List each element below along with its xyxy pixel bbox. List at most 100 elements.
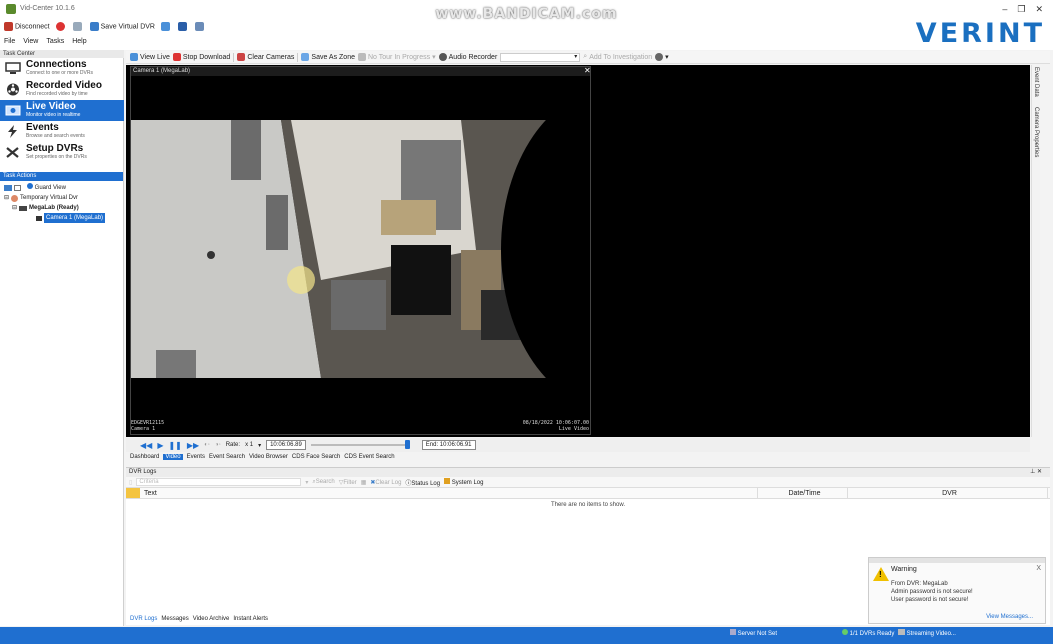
tour-button[interactable]: No Tour In Progress ▾ (358, 53, 436, 61)
pane-title: Camera 1 (MegaLab) (131, 67, 590, 76)
step-forward-icon[interactable]: ◑◦ (215, 442, 221, 448)
tree-node-dvr[interactable]: ⊟ MegaLab (Ready) (4, 203, 123, 213)
camera-feed[interactable] (131, 120, 590, 378)
column-dvr[interactable]: DVR (848, 488, 1048, 498)
audio-combo[interactable]: ▾ (500, 52, 581, 62)
tab-cds-event-search[interactable]: CDS Event Search (344, 454, 394, 460)
layout-icon[interactable] (160, 22, 170, 31)
dvr-icon (19, 205, 28, 211)
rewind-icon[interactable]: ◀◀ (140, 441, 152, 450)
server-status: Server Not Set (730, 629, 777, 637)
stop-icon[interactable] (55, 22, 65, 31)
tab-camera-properties[interactable]: Camera Properties (1033, 107, 1039, 157)
menu-help[interactable]: Help (72, 38, 86, 45)
nav-connections[interactable]: Connections Connect to one or more DVRs (0, 58, 124, 79)
criteria-dropdown-icon[interactable]: ▾ (305, 479, 308, 486)
nav-events[interactable]: Events Browse and search events (0, 121, 124, 142)
audio-recorder-button[interactable]: Audio Recorder (438, 53, 497, 61)
menu-tasks[interactable]: Tasks (46, 38, 64, 45)
timeline-slider[interactable] (310, 440, 410, 449)
network-icon[interactable] (177, 22, 187, 31)
tab-messages[interactable]: Messages (161, 616, 188, 622)
ready-icon (842, 629, 848, 635)
view-live-button[interactable]: View Live (130, 53, 170, 61)
filter-icon: ▯ (129, 479, 133, 486)
status-log-button[interactable]: ⓘStatus Log (405, 478, 440, 487)
tab-dvr-logs[interactable]: DVR Logs (130, 616, 157, 622)
tree-node-root[interactable]: ⊟ Temporary Virtual Dvr (4, 193, 123, 203)
tab-events[interactable]: Events (187, 454, 205, 460)
stop-download-button[interactable]: Stop Download (172, 53, 230, 61)
pause-icon[interactable]: ❚❚ (168, 441, 181, 450)
guard-view-button[interactable]: Guard View (27, 183, 66, 193)
restore-icon[interactable]: ❐ (1017, 4, 1025, 15)
chevron-down-icon[interactable]: ▾ (258, 442, 261, 449)
end-time-field[interactable]: End: 10:06:06.91 (421, 440, 476, 450)
play-icon[interactable]: ▶ (157, 441, 163, 450)
tab-video-archive[interactable]: Video Archive (193, 616, 230, 622)
save-virtual-dvr-button[interactable]: Save Virtual DVR (89, 22, 155, 31)
view-live-icon (130, 53, 138, 61)
tab-video-browser[interactable]: Video Browser (249, 454, 288, 460)
close-icon[interactable]: X (1036, 565, 1041, 572)
nav-live-video[interactable]: Live Video Monitor video in realtime (0, 100, 124, 121)
tab-instant-alerts[interactable]: Instant Alerts (233, 616, 268, 622)
refresh-icon[interactable] (72, 22, 82, 31)
fast-forward-icon[interactable]: ▶▶ (187, 441, 199, 450)
close-pane-icon[interactable]: ✕ (584, 66, 591, 75)
connect-icon[interactable] (4, 185, 12, 191)
grid-icon[interactable] (14, 185, 21, 191)
tab-event-search[interactable]: Event Search (209, 454, 245, 460)
clear-cameras-button[interactable]: Clear Cameras (237, 53, 294, 61)
save-icon (89, 22, 99, 31)
options-button[interactable]: ▾ (655, 53, 669, 61)
collapse-icon[interactable]: ⊟ (12, 203, 17, 213)
tab-video[interactable]: Video (163, 454, 183, 460)
tree-node-camera[interactable]: Camera 1 (MegaLab) (4, 213, 123, 223)
clear-log-button[interactable]: ✖Clear Log (370, 479, 401, 486)
system-icon (444, 478, 451, 484)
step-back-icon[interactable]: ◐◦ (204, 442, 210, 448)
menu-view[interactable]: View (23, 38, 38, 45)
magnify-icon: ⌕ (583, 53, 588, 60)
warning-title: Warning (891, 566, 917, 573)
camera-overlay-left: EDGEVR12115 Camera 1 (131, 420, 165, 432)
left-panel: Task Center Connections Connect to one o… (0, 50, 124, 626)
column-datetime[interactable]: Date/Time (758, 488, 848, 498)
menu-file[interactable]: File (4, 38, 15, 45)
system-log-button[interactable]: System Log (444, 478, 483, 486)
grid-options-icon[interactable]: ▦ (361, 479, 367, 486)
view-messages-link[interactable]: View Messages... (986, 614, 1033, 620)
nav-recorded-video[interactable]: Recorded Video Find recorded video by ti… (0, 79, 124, 100)
criteria-input[interactable]: Criteria (136, 478, 302, 486)
pin-close-icons[interactable]: ⊥ ✕ (1030, 468, 1042, 477)
brand-logo: VERINT (915, 18, 1045, 49)
search-button[interactable]: ⌕Search (312, 479, 334, 486)
column-text[interactable]: Text (140, 488, 758, 498)
close-icon[interactable]: ✕ (1035, 4, 1043, 15)
watermark: www.BANDICAM.com (435, 6, 618, 22)
filter-button[interactable]: ▽Filter (339, 479, 357, 486)
rate-value[interactable]: x 1 (245, 442, 253, 448)
time-field[interactable]: 10:06:06.89 (266, 440, 306, 450)
add-to-investigation-button[interactable]: ⌕ Add To Investigation (583, 53, 652, 61)
save-as-zone-button[interactable]: Save As Zone (301, 53, 355, 61)
tab-event-data[interactable]: Event Data (1033, 67, 1039, 97)
server-icon (730, 629, 736, 635)
guard-icon (27, 183, 33, 189)
logs-column-header: Text Date/Time DVR (126, 488, 1050, 499)
disconnect-button[interactable]: Disconnect (4, 22, 50, 31)
collapse-icon[interactable]: ⊟ (4, 193, 9, 203)
nav-setup-dvrs[interactable]: Setup DVRs Set properties on the DVRs (0, 142, 124, 163)
tab-dashboard[interactable]: Dashboard (130, 454, 159, 460)
window-icon[interactable] (194, 22, 204, 31)
status-bar: Server Not Set 1/1 DVRs Ready Streaming … (0, 627, 1053, 644)
tab-cds-face-search[interactable]: CDS Face Search (292, 454, 340, 460)
window-controls: – ❐ ✕ (1002, 4, 1043, 15)
minimize-icon[interactable]: – (1002, 4, 1007, 15)
warning-toast: ! Warning X From DVR: MegaLab Admin pass… (868, 557, 1046, 624)
slider-handle[interactable] (404, 440, 410, 449)
monitor-icon (5, 62, 21, 74)
task-actions-header: Task Actions (0, 172, 123, 181)
